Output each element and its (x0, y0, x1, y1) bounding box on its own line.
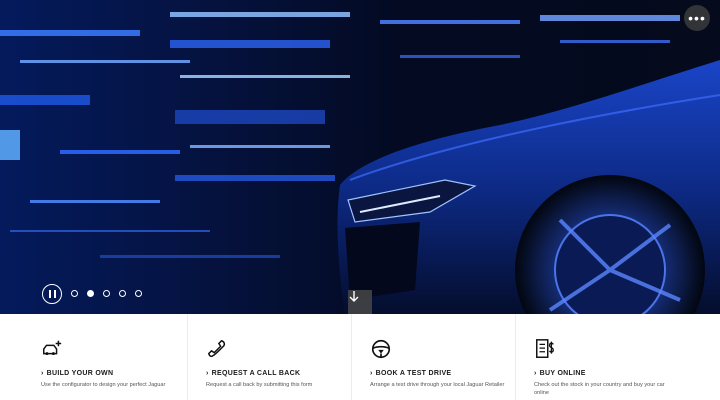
pause-icon-bar-left (48, 290, 51, 298)
action-build-your-own[interactable]: › BUILD YOUR OWN Use the configurator to … (0, 314, 188, 400)
more-options-button[interactable]: ••• (684, 5, 710, 31)
steering-wheel-icon (371, 339, 391, 359)
chevron-right-icon: › (370, 370, 373, 377)
quick-actions-bar: › BUILD YOUR OWN Use the configurator to … (0, 314, 720, 400)
carousel-dot-active[interactable] (87, 290, 94, 297)
action-buy-online[interactable]: › BUY ONLINE Check out the stock in your … (516, 314, 720, 400)
action-book-test-drive[interactable]: › BOOK A TEST DRIVE Arrange a test drive … (352, 314, 516, 400)
scroll-down-button[interactable] (348, 290, 372, 314)
chevron-right-icon: › (206, 370, 209, 377)
carousel-dot[interactable] (135, 290, 142, 297)
chevron-right-icon: › (534, 370, 537, 377)
action-description: Use the configurator to design your perf… (41, 382, 166, 388)
action-title: › BUY ONLINE (534, 370, 586, 377)
phone-icon (207, 339, 226, 358)
action-description: Arrange a test drive through your local … (370, 382, 505, 388)
arrow-down-icon (349, 291, 359, 302)
carousel-dot[interactable] (119, 290, 126, 297)
action-description: Check out the stock in your country and … (534, 382, 665, 396)
car-plus-icon (43, 340, 62, 356)
chevron-right-icon: › (41, 370, 44, 377)
action-title: › BUILD YOUR OWN (41, 370, 114, 377)
carousel-dots (71, 290, 142, 297)
pause-icon-bar-right (53, 290, 56, 298)
hero-banner: ••• (0, 0, 720, 314)
carousel-dot[interactable] (71, 290, 78, 297)
price-document-icon (536, 339, 554, 358)
carousel-dot[interactable] (103, 290, 110, 297)
more-options-icon: ••• (688, 10, 706, 26)
action-request-call-back[interactable]: › REQUEST A CALL BACK Request a call back… (188, 314, 352, 400)
action-title: › BOOK A TEST DRIVE (370, 370, 452, 377)
hero-image (0, 0, 720, 314)
carousel-pause-button[interactable] (42, 284, 62, 304)
action-title: › REQUEST A CALL BACK (206, 370, 301, 377)
action-description: Request a call back by submitting this f… (206, 382, 313, 388)
